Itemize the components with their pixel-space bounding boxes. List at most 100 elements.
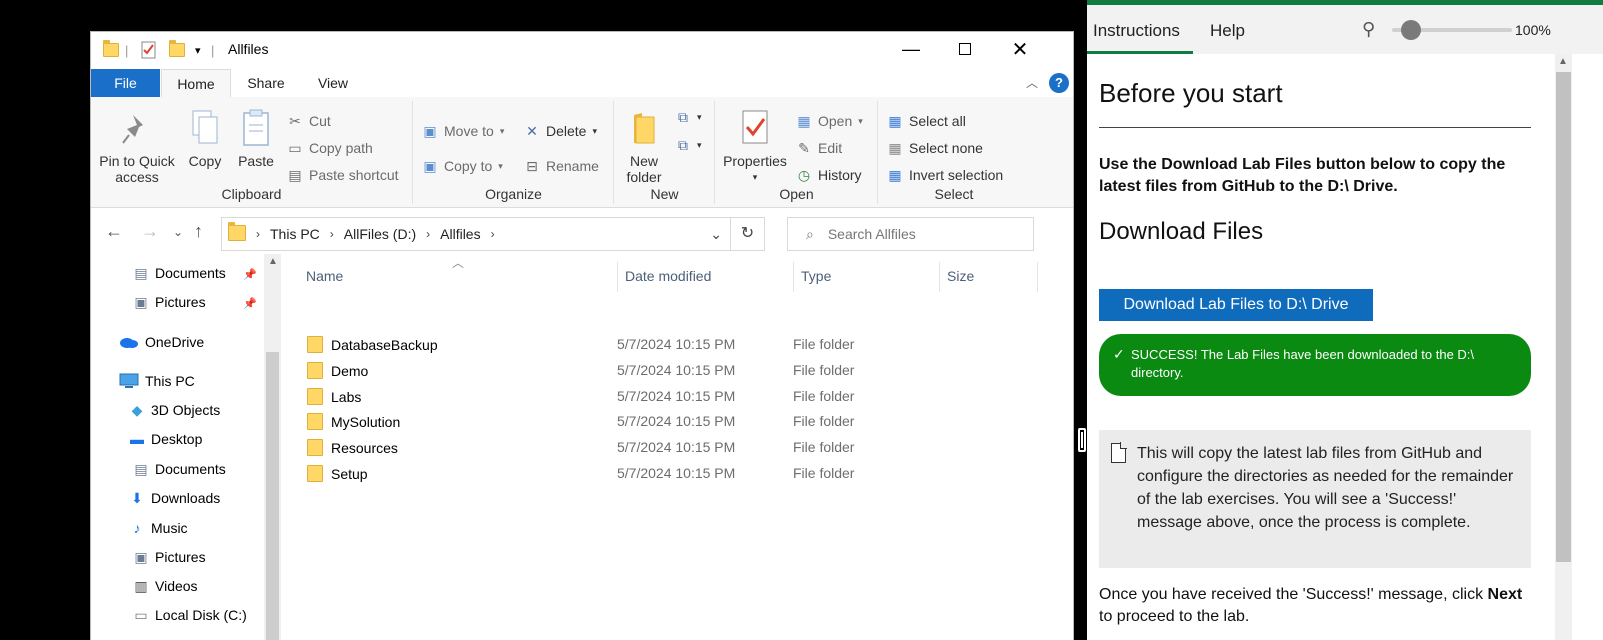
instructions-scrollbar[interactable]: ▲ (1555, 54, 1572, 640)
refresh-icon[interactable]: ↻ (731, 217, 765, 251)
maximize-button[interactable] (942, 32, 988, 66)
copy-to-button[interactable]: ▣ Copy to ▾ (422, 156, 502, 176)
file-type: File folder (793, 439, 855, 455)
tab-view[interactable]: View (303, 69, 363, 97)
new-folder-quick-icon[interactable] (169, 40, 185, 59)
scissors-icon: ✂ (289, 113, 301, 129)
close-button[interactable]: ✕ (997, 32, 1043, 66)
instructions-scrollbar-thumb[interactable] (1556, 72, 1571, 562)
properties-check-icon[interactable] (141, 41, 157, 59)
help-icon[interactable]: ? (1049, 73, 1069, 93)
minimize-button[interactable]: — (888, 32, 934, 66)
table-row[interactable]: Setup 5/7/2024 10:15 PM File folder (299, 461, 1039, 486)
copy-path-button[interactable]: ▭ Copy path (287, 138, 372, 158)
cut-label: Cut (309, 113, 331, 129)
table-row[interactable]: DatabaseBackup 5/7/2024 10:15 PM File fo… (299, 332, 1039, 357)
tab-help[interactable]: Help (1210, 21, 1245, 41)
nav-item-documents[interactable]: ▤ Documents (133, 461, 225, 477)
file-name-cell: Resources (307, 439, 398, 456)
column-header-type[interactable]: Type (801, 268, 831, 284)
select-group-label: Select (934, 186, 974, 202)
breadcrumb-allfiles-drive[interactable]: AllFiles (D:) (344, 226, 416, 242)
nav-item-pictures[interactable]: ▣ Pictures (133, 549, 205, 565)
instructions-content: Before you start Use the Download Lab Fi… (1087, 54, 1555, 640)
customize-toolbar-icon[interactable]: ▾ (195, 41, 201, 59)
ribbon: Pin to Quick access Copy Paste ✂ Cut ▭ Cop… (91, 97, 1073, 208)
file-type: File folder (793, 413, 855, 429)
address-dropdown-chevron-icon[interactable]: ⌄ (710, 226, 722, 243)
table-row[interactable]: Labs 5/7/2024 10:15 PM File folder (299, 384, 1039, 409)
column-divider[interactable] (939, 262, 940, 292)
nav-item-local-disk[interactable]: ▭ Local Disk (C:) (133, 607, 246, 623)
nav-item-music[interactable]: ♪ Music (129, 520, 188, 536)
open-button[interactable]: ▦ Open ▾ (796, 111, 862, 131)
file-type: File folder (793, 465, 855, 481)
nav-item-onedrive[interactable]: OneDrive (119, 334, 204, 350)
file-name-cell: Demo (307, 362, 368, 379)
paste-button[interactable]: Paste (234, 109, 278, 169)
nav-scrollbar-thumb[interactable] (266, 352, 279, 640)
column-divider[interactable] (617, 262, 618, 292)
download-lab-files-button[interactable]: Download Lab Files to D:\ Drive (1099, 289, 1373, 321)
move-to-button[interactable]: ▣ Move to ▾ (422, 121, 504, 141)
column-divider[interactable] (1037, 262, 1038, 292)
nav-item-videos[interactable]: ▥ Videos (133, 578, 197, 594)
new-item-button[interactable]: ⧉ ▾ (675, 107, 702, 127)
new-folder-button[interactable]: New folder (619, 109, 669, 185)
quick-access-folder-icon[interactable] (103, 40, 119, 59)
zoom-slider-handle[interactable] (1401, 20, 1421, 40)
column-header-date-modified[interactable]: Date modified (625, 268, 711, 284)
folder-icon (228, 221, 246, 244)
back-arrow-icon[interactable]: ← (105, 221, 123, 242)
search-box[interactable]: ⌕ Search Allfiles (787, 217, 1034, 251)
address-box[interactable]: › This PC › AllFiles (D:) › Allfiles › ⌄ (221, 217, 731, 251)
invert-selection-button[interactable]: ▦ Invert selection (887, 165, 1003, 185)
scroll-up-icon[interactable]: ▲ (1558, 56, 1568, 67)
select-none-label: Select none (909, 140, 983, 156)
nav-item-3d-objects[interactable]: ◆ 3D Objects (129, 402, 221, 418)
edit-button[interactable]: ✎ Edit (796, 138, 842, 158)
tab-home[interactable]: Home (161, 69, 231, 97)
delete-button[interactable]: ✕ Delete ▾ (524, 121, 597, 141)
select-none-button[interactable]: ▦ Select none (887, 138, 983, 158)
nav-scrollbar[interactable]: ▲ (264, 254, 281, 640)
paste-shortcut-button[interactable]: ▤ Paste shortcut (287, 165, 398, 185)
history-button[interactable]: ◷ History (796, 165, 862, 185)
collapse-ribbon-icon[interactable]: ︿ (1026, 74, 1038, 91)
file-name: Demo (331, 362, 369, 379)
recent-locations-chevron-icon[interactable]: ⌄ (173, 225, 183, 239)
table-row[interactable]: Resources 5/7/2024 10:15 PM File folder (299, 435, 1039, 460)
column-header-size[interactable]: Size (947, 268, 974, 284)
table-row[interactable]: Demo 5/7/2024 10:15 PM File folder (299, 358, 1039, 383)
copy-button[interactable]: Copy (183, 109, 227, 169)
new-group-label: New (650, 186, 679, 202)
tab-instructions[interactable]: Instructions (1093, 21, 1180, 41)
breadcrumb-this-pc[interactable]: This PC (270, 226, 320, 242)
forward-arrow-icon[interactable]: → (141, 221, 159, 242)
tab-share[interactable]: Share (236, 69, 296, 97)
cut-button[interactable]: ✂ Cut (287, 111, 331, 131)
breadcrumb-allfiles[interactable]: Allfiles (440, 226, 480, 242)
up-arrow-icon[interactable]: ↑ (194, 221, 203, 242)
nav-item-pictures-pinned[interactable]: ▣ Pictures (133, 294, 205, 310)
pin-to-quick-access-button[interactable]: Pin to Quick access (97, 109, 177, 185)
file-date: 5/7/2024 10:15 PM (617, 362, 736, 378)
nav-item-this-pc[interactable]: This PC (119, 373, 195, 389)
rename-button[interactable]: ⊟ Rename (524, 156, 599, 176)
properties-button[interactable]: Properties ▾ (720, 109, 790, 185)
nav-item-desktop[interactable]: ▬ Desktop (129, 431, 202, 447)
pane-resize-handle[interactable] (1078, 428, 1086, 452)
column-header-name[interactable]: Name (306, 268, 343, 284)
select-all-button[interactable]: ▦ Select all (887, 111, 965, 131)
tab-file[interactable]: File (91, 69, 160, 97)
copy-label: Copy (188, 153, 222, 169)
history-label: History (818, 167, 862, 183)
nav-item-downloads[interactable]: ⬇ Downloads (129, 490, 220, 506)
column-divider[interactable] (793, 262, 794, 292)
table-row[interactable]: MySolution 5/7/2024 10:15 PM File folder (299, 409, 1039, 434)
file-name-cell: MySolution (307, 413, 400, 430)
easy-access-button[interactable]: ⧉ ▾ (675, 135, 702, 155)
nav-label: 3D Objects (151, 402, 221, 418)
nav-item-documents-pinned[interactable]: ▤ Documents (133, 265, 225, 281)
scroll-up-icon[interactable]: ▲ (268, 256, 278, 267)
